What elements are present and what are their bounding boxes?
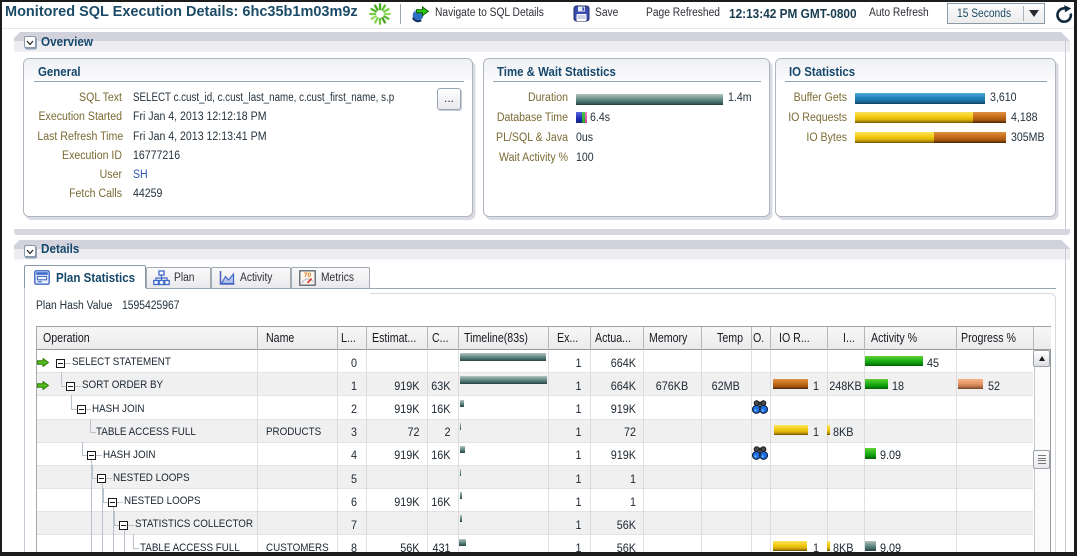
svg-text:70: 70 — [304, 272, 312, 279]
